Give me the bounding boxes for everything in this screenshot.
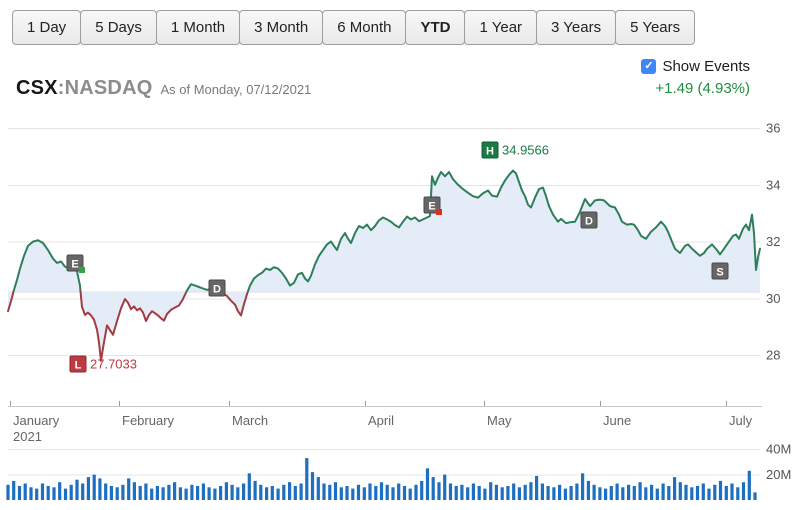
svg-text:D: D xyxy=(213,284,221,296)
svg-text:D: D xyxy=(585,216,593,228)
svg-text:S: S xyxy=(716,267,723,279)
svg-text:2021: 2021 xyxy=(13,429,42,444)
stock-chart-screen: 1 Day5 Days1 Month3 Month6 MonthYTD1 Yea… xyxy=(0,0,800,510)
svg-text:34.9566: 34.9566 xyxy=(502,143,549,158)
volume-pane: 40M 20M xyxy=(6,442,791,500)
price-volume-chart: 36 34 32 30 28 January2021 February March April M… xyxy=(0,0,800,510)
svg-text:January: January xyxy=(13,413,60,428)
svg-text:E: E xyxy=(428,201,435,213)
svg-text:34: 34 xyxy=(766,177,780,192)
event-marker-low[interactable]: L 27.7033 xyxy=(70,356,137,372)
event-marker-dividend-may[interactable]: D xyxy=(581,212,597,228)
event-marker-split[interactable]: S xyxy=(712,263,728,279)
event-marker-dividend-feb[interactable]: D xyxy=(209,280,225,296)
price-area-fill xyxy=(8,171,760,361)
svg-text:E: E xyxy=(71,259,78,271)
event-marker-earnings-jan[interactable]: E xyxy=(67,255,85,273)
svg-text:May: May xyxy=(487,413,512,428)
svg-text:March: March xyxy=(232,413,268,428)
svg-text:32: 32 xyxy=(766,234,780,249)
svg-text:H: H xyxy=(486,146,494,158)
month-axis: January2021 February March April May June July xyxy=(8,401,762,444)
event-marker-high[interactable]: H 34.9566 xyxy=(482,142,549,158)
svg-text:L: L xyxy=(75,360,82,372)
svg-text:June: June xyxy=(603,413,631,428)
svg-text:27.7033: 27.7033 xyxy=(90,357,137,372)
svg-text:February: February xyxy=(122,413,175,428)
svg-text:July: July xyxy=(729,413,753,428)
svg-text:36: 36 xyxy=(766,121,780,136)
svg-text:April: April xyxy=(368,413,394,428)
svg-text:40M: 40M xyxy=(766,442,791,457)
svg-text:30: 30 xyxy=(766,291,780,306)
event-marker-earnings-apr[interactable]: E xyxy=(424,197,442,215)
svg-text:20M: 20M xyxy=(766,467,791,482)
volume-bars xyxy=(6,458,756,500)
svg-text:28: 28 xyxy=(766,348,780,363)
